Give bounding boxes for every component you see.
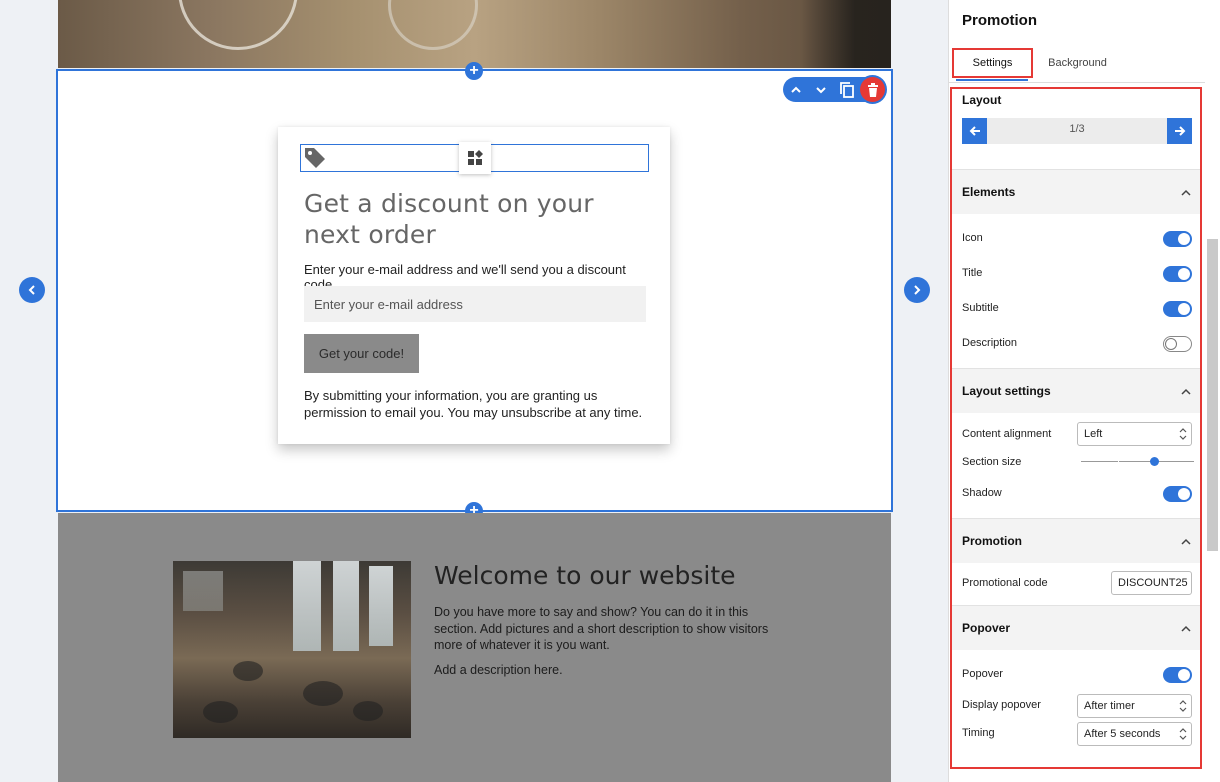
layout-pager-text: 1/3 bbox=[1069, 123, 1085, 135]
welcome-title[interactable]: Welcome to our website bbox=[434, 561, 736, 590]
element-icon-toggle[interactable] bbox=[1163, 231, 1192, 247]
select-arrows-icon bbox=[1179, 728, 1187, 740]
delete-section-button[interactable] bbox=[860, 77, 885, 102]
section-size-slider[interactable] bbox=[1081, 461, 1194, 462]
cafe-image[interactable] bbox=[173, 561, 411, 738]
panel-scrollbar[interactable] bbox=[1207, 239, 1218, 551]
arrow-left-icon bbox=[969, 126, 980, 136]
promotion-title[interactable]: Get a discount on your next order bbox=[304, 188, 644, 250]
element-subtitle-toggle[interactable] bbox=[1163, 301, 1192, 317]
arrow-right-icon bbox=[1174, 126, 1185, 136]
timing-value: After 5 seconds bbox=[1084, 728, 1161, 740]
layout-pager: 1/3 bbox=[962, 118, 1192, 144]
move-up-button[interactable] bbox=[783, 77, 808, 102]
select-arrows-icon bbox=[1179, 700, 1187, 712]
promotional-code-input[interactable]: DISCOUNT25 bbox=[1111, 571, 1192, 595]
layout-label: Layout bbox=[962, 93, 1002, 107]
element-icon-label: Icon bbox=[962, 232, 983, 244]
tab-settings[interactable]: Settings bbox=[952, 48, 1033, 78]
element-subtitle-label: Subtitle bbox=[962, 302, 999, 314]
tabs-divider bbox=[949, 82, 1205, 83]
section-size-knob[interactable] bbox=[1150, 457, 1159, 466]
promotion-disclaimer[interactable]: By submitting your information, you are … bbox=[304, 387, 644, 421]
shadow-toggle[interactable] bbox=[1163, 486, 1192, 502]
display-popover-value: After timer bbox=[1084, 700, 1135, 712]
layout-prev-button[interactable] bbox=[962, 118, 987, 144]
timing-label: Timing bbox=[962, 727, 995, 739]
copy-icon bbox=[839, 81, 854, 98]
content-alignment-label: Content alignment bbox=[962, 428, 1052, 440]
welcome-text[interactable]: Do you have more to say and show? You ca… bbox=[434, 604, 779, 654]
tab-background[interactable]: Background bbox=[1040, 48, 1115, 78]
active-tab-indicator bbox=[956, 79, 1028, 81]
display-popover-select[interactable]: After timer bbox=[1077, 694, 1192, 718]
layout-next-button[interactable] bbox=[1167, 118, 1192, 144]
select-arrows-icon bbox=[1179, 428, 1187, 440]
promotion-label: Promotion bbox=[962, 534, 1022, 548]
content-alignment-value: Left bbox=[1084, 428, 1103, 440]
section-size-label: Section size bbox=[962, 456, 1022, 468]
element-title-toggle[interactable] bbox=[1163, 266, 1192, 282]
widget-settings-handle[interactable] bbox=[459, 142, 491, 174]
chevron-up-icon[interactable] bbox=[1180, 623, 1192, 635]
get-code-button[interactable]: Get your code! bbox=[304, 334, 419, 373]
display-popover-label: Display popover bbox=[962, 699, 1041, 711]
popover-label: Popover bbox=[962, 668, 1003, 680]
chevron-up-icon[interactable] bbox=[1180, 187, 1192, 199]
panel-title: Promotion bbox=[962, 12, 1037, 29]
duplicate-button[interactable] bbox=[834, 77, 859, 102]
welcome-description[interactable]: Add a description here. bbox=[434, 663, 563, 677]
layout-settings-label: Layout settings bbox=[962, 384, 1051, 398]
timing-select[interactable]: After 5 seconds bbox=[1077, 722, 1192, 746]
move-down-button[interactable] bbox=[808, 77, 833, 102]
element-description-toggle[interactable] bbox=[1163, 336, 1192, 352]
email-input[interactable] bbox=[304, 286, 646, 322]
chevron-down-icon bbox=[815, 86, 826, 93]
elements-label: Elements bbox=[962, 185, 1016, 199]
element-title-label: Title bbox=[962, 267, 983, 279]
chevron-right-icon bbox=[914, 285, 921, 295]
hero-image[interactable] bbox=[58, 0, 891, 68]
next-layout-arrow[interactable] bbox=[904, 277, 930, 303]
popover-toggle[interactable] bbox=[1163, 667, 1192, 683]
content-alignment-select[interactable]: Left bbox=[1077, 422, 1192, 446]
element-description-label: Description bbox=[962, 337, 1018, 349]
promotional-code-label: Promotional code bbox=[962, 577, 1048, 589]
widget-icon bbox=[468, 150, 483, 165]
shadow-label: Shadow bbox=[962, 487, 1002, 499]
chevron-left-icon bbox=[28, 285, 35, 295]
add-section-above-button[interactable]: + bbox=[465, 62, 483, 80]
chevron-up-icon[interactable] bbox=[1180, 536, 1192, 548]
popover-section-label: Popover bbox=[962, 621, 1011, 635]
chevron-up-icon bbox=[790, 86, 801, 93]
previous-layout-arrow[interactable] bbox=[19, 277, 45, 303]
slider-tick bbox=[1118, 457, 1119, 465]
trash-icon bbox=[867, 82, 878, 97]
chevron-up-icon[interactable] bbox=[1180, 386, 1192, 398]
tag-icon[interactable] bbox=[303, 146, 327, 170]
